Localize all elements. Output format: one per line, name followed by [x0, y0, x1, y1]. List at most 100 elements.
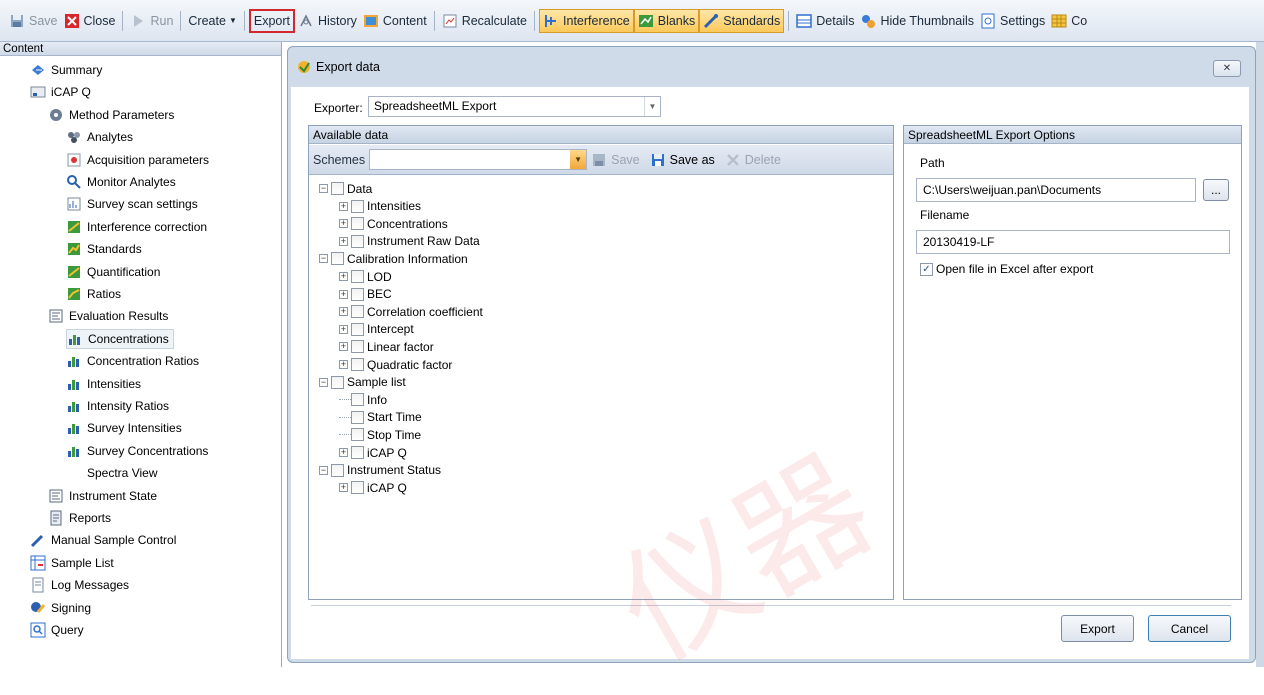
expand-icon[interactable]: +	[339, 483, 348, 493]
scheme-save-button[interactable]: Save	[591, 152, 640, 168]
data-tree-node[interactable]: + Quadratic factor	[339, 356, 452, 373]
tree-item-quantification[interactable]: Quantification	[66, 262, 160, 282]
data-tree-node[interactable]: + Instrument Raw Data	[339, 233, 480, 250]
data-tree-node[interactable]: − Instrument Status	[319, 462, 441, 479]
data-tree-checkbox[interactable]	[351, 428, 364, 442]
export-button[interactable]: Export	[248, 8, 295, 33]
columns-button[interactable]: Co	[1048, 9, 1090, 33]
tree-item-concentrations[interactable]: Concentrations	[66, 328, 174, 349]
schemes-select[interactable]: ▼	[369, 149, 588, 170]
collapse-icon[interactable]: −	[319, 465, 328, 475]
data-tree-checkbox[interactable]	[351, 270, 364, 283]
data-tree-node[interactable]: Info	[339, 391, 387, 408]
data-tree-checkbox[interactable]	[351, 340, 364, 354]
expand-icon[interactable]: +	[339, 236, 348, 246]
data-tree-checkbox[interactable]	[331, 375, 344, 389]
data-tree-checkbox[interactable]	[351, 446, 364, 459]
data-tree-checkbox[interactable]	[351, 217, 364, 231]
data-tree-checkbox[interactable]	[351, 393, 364, 407]
tree-item-acquisition-parameters[interactable]: Acquisition parameters	[66, 150, 209, 170]
tree-item-intensity-ratios[interactable]: Intensity Ratios	[66, 396, 169, 416]
scheme-save-as-button[interactable]: Save as	[650, 152, 715, 168]
tree-item-survey-concentrations[interactable]: Survey Concentrations	[66, 441, 208, 461]
scheme-delete-button[interactable]: Delete	[725, 152, 781, 168]
expand-icon[interactable]: +	[339, 272, 348, 281]
tree-item-standards[interactable]: Standards	[66, 239, 142, 259]
data-tree-node[interactable]: + Linear factor	[339, 338, 434, 355]
data-tree-node[interactable]: + Concentrations	[339, 215, 448, 232]
content-button[interactable]: Content	[360, 9, 430, 33]
browse-button[interactable]: ...	[1203, 179, 1229, 201]
tree-item-sample-list[interactable]: Sample List	[30, 553, 114, 573]
expand-icon[interactable]: +	[339, 289, 348, 299]
history-button[interactable]: History	[295, 9, 360, 33]
data-tree-checkbox[interactable]	[351, 322, 364, 336]
hide-thumbnails-button[interactable]: Hide Thumbnails	[857, 9, 977, 33]
open-excel-checkbox[interactable]: ✓	[920, 262, 933, 276]
blanks-toggle[interactable]: Blanks	[633, 8, 700, 33]
collapse-icon[interactable]: −	[319, 254, 328, 264]
open-excel-option[interactable]: ✓ Open file in Excel after export	[920, 262, 1093, 276]
details-button[interactable]: Details	[793, 9, 857, 33]
tree-item-intensities[interactable]: Intensities	[66, 374, 141, 394]
data-tree-node[interactable]: Start Time	[339, 409, 422, 426]
tree-item-analytes[interactable]: Analytes	[66, 127, 133, 147]
run-button[interactable]: Run	[127, 9, 176, 33]
path-input[interactable]: C:\Users\weijuan.pan\Documents	[916, 178, 1196, 202]
data-tree-node[interactable]: + Correlation coefficient	[339, 303, 483, 320]
cancel-button[interactable]: Cancel	[1148, 615, 1231, 642]
expand-icon[interactable]: +	[339, 448, 348, 457]
tree-item-concentration-ratios[interactable]: Concentration Ratios	[66, 351, 199, 371]
close-button[interactable]: Close	[61, 9, 119, 33]
tree-item-interference-correction[interactable]: Interference correction	[66, 217, 207, 237]
data-tree-node[interactable]: + Intercept	[339, 321, 414, 338]
tree-item-log-messages[interactable]: Log Messages	[30, 575, 129, 595]
data-tree-node[interactable]: − Sample list	[319, 374, 406, 391]
tree-item-ratios[interactable]: Ratios	[66, 284, 121, 304]
data-tree-checkbox[interactable]	[351, 287, 364, 301]
tree-item-method-parameters[interactable]: Method Parameters	[48, 105, 174, 125]
data-tree-checkbox[interactable]	[351, 358, 364, 371]
data-tree-checkbox[interactable]	[351, 234, 364, 248]
data-tree-node[interactable]: Stop Time	[339, 426, 421, 443]
data-tree-node[interactable]: + iCAP Q	[339, 479, 407, 496]
expand-icon[interactable]: +	[339, 342, 348, 352]
tree-item-spectra-view[interactable]: Spectra View	[66, 463, 157, 483]
save-button[interactable]: Save	[6, 9, 61, 33]
tree-item-instrument-state[interactable]: Instrument State	[48, 486, 157, 506]
data-tree-checkbox[interactable]	[351, 305, 364, 319]
standards-toggle[interactable]: Standards	[699, 8, 785, 33]
expand-icon[interactable]: +	[339, 219, 348, 229]
data-tree-node[interactable]: − Calibration Information	[319, 250, 468, 267]
data-tree-checkbox[interactable]	[331, 252, 344, 266]
data-tree-checkbox[interactable]	[351, 481, 364, 495]
collapse-icon[interactable]: −	[319, 377, 328, 387]
dialog-close-button[interactable]: ✕	[1213, 60, 1241, 77]
tree-item-summary[interactable]: Summary	[30, 60, 102, 80]
settings-button[interactable]: Settings	[977, 9, 1048, 33]
recalculate-button[interactable]: Recalculate	[439, 9, 530, 33]
create-dropdown[interactable]: Create ▼	[185, 9, 239, 33]
exporter-select[interactable]: SpreadsheetML Export ▼	[368, 96, 661, 117]
tree-item-signing[interactable]: Signing	[30, 598, 91, 618]
tree-item-query[interactable]: Query	[30, 620, 84, 640]
data-tree-checkbox[interactable]	[351, 410, 364, 424]
expand-icon[interactable]: +	[339, 324, 348, 334]
data-tree-checkbox[interactable]	[331, 182, 344, 195]
data-tree-node[interactable]: − Data	[319, 180, 372, 197]
tree-item-survey-scan-settings[interactable]: Survey scan settings	[66, 194, 198, 214]
data-tree-node[interactable]: + BEC	[339, 286, 392, 303]
tree-item-monitor-analytes[interactable]: Monitor Analytes	[66, 172, 176, 192]
tree-item-manual-sample-control[interactable]: Manual Sample Control	[30, 530, 176, 550]
tree-item-icap-q[interactable]: iCAP Q	[30, 82, 91, 102]
data-tree-node[interactable]: + iCAP Q	[339, 444, 407, 461]
expand-icon[interactable]: +	[339, 201, 348, 211]
data-tree-checkbox[interactable]	[351, 199, 364, 213]
expand-icon[interactable]: +	[339, 307, 348, 317]
filename-input[interactable]: 20130419-LF	[916, 230, 1230, 254]
data-tree-node[interactable]: + Intensities	[339, 198, 421, 215]
tree-item-reports[interactable]: Reports	[48, 508, 111, 528]
data-tree-node[interactable]: + LOD	[339, 268, 392, 285]
tree-item-survey-intensities[interactable]: Survey Intensities	[66, 418, 182, 438]
expand-icon[interactable]: +	[339, 360, 348, 369]
